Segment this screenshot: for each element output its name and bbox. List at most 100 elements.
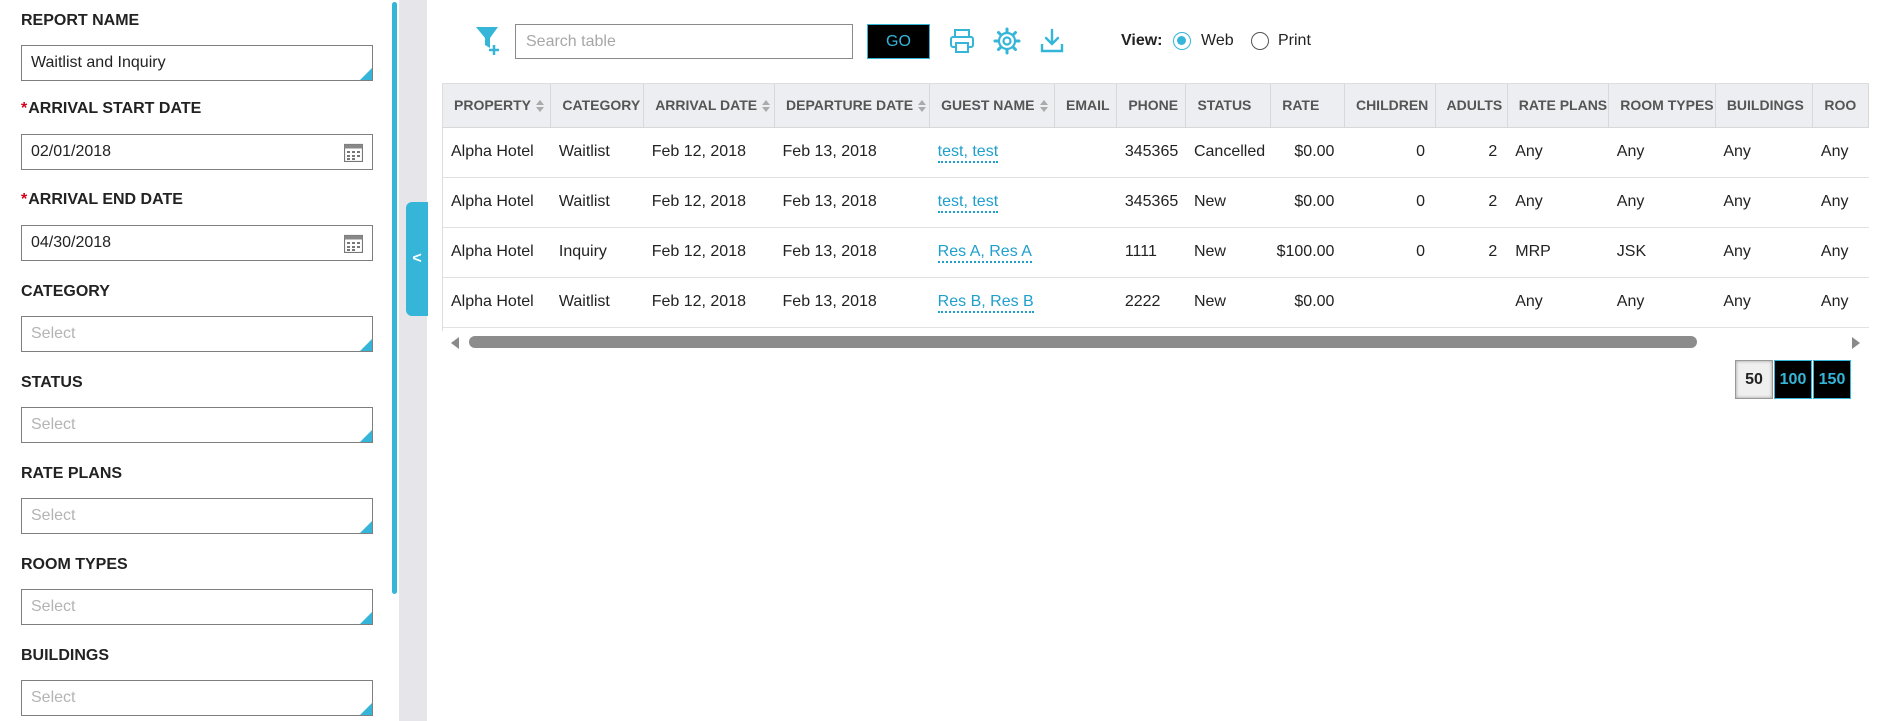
- sort-icon[interactable]: [1039, 99, 1049, 113]
- rate-plans-label: RATE PLANS: [21, 465, 123, 482]
- search-input[interactable]: [515, 24, 853, 59]
- cell-status: Cancelled: [1185, 127, 1271, 178]
- cell-category: Inquiry: [550, 227, 644, 278]
- settings-gear-icon[interactable]: [993, 27, 1021, 55]
- sort-icon[interactable]: [917, 99, 927, 113]
- buildings-label: BUILDINGS: [21, 647, 109, 664]
- column-header-property[interactable]: PROPERTY: [443, 84, 552, 128]
- cell-room-types: JSK: [1608, 227, 1716, 278]
- buildings-select[interactable]: Select: [21, 680, 373, 716]
- filter-add-icon[interactable]: [474, 24, 502, 56]
- data-table: PROPERTY CATEGORY ARRIVAL DATE DEPARTURE…: [443, 84, 1869, 328]
- category-placeholder: Select: [31, 325, 76, 342]
- column-header-category[interactable]: CATEGORY: [550, 84, 645, 128]
- category-label: CATEGORY: [21, 283, 110, 300]
- view-print-radio[interactable]: [1251, 32, 1269, 50]
- cell-rate-plans: Any: [1507, 277, 1609, 328]
- arrival-end-label: *ARRIVAL END DATE: [21, 191, 183, 209]
- scroll-right-arrow-icon[interactable]: [1852, 337, 1860, 349]
- column-header-label: CHILDREN: [1355, 97, 1429, 114]
- column-header-rate[interactable]: RATE: [1270, 84, 1345, 128]
- arrival-end-value: 04/30/2018: [31, 234, 112, 251]
- category-select[interactable]: Select: [21, 316, 373, 352]
- cell-adults: 2: [1435, 177, 1508, 228]
- column-header-departure-date[interactable]: DEPARTURE DATE: [774, 84, 931, 128]
- guest-name-link[interactable]: Res B, Res B: [937, 293, 1034, 313]
- table-header-row: PROPERTY CATEGORY ARRIVAL DATE DEPARTURE…: [443, 84, 1869, 128]
- download-icon[interactable]: [1039, 27, 1065, 55]
- column-header-rooms[interactable]: ROO: [1812, 84, 1869, 128]
- sort-icon[interactable]: [535, 99, 545, 113]
- cell-rooms: Any: [1812, 177, 1869, 228]
- table-row: Alpha Hotel Waitlist Feb 12, 2018 Feb 13…: [443, 277, 1869, 328]
- filter-panel: REPORT NAME Waitlist and Inquiry *ARRIVA…: [0, 0, 393, 721]
- table-horizontal-scrollbar[interactable]: [445, 333, 1865, 351]
- column-header-label: DEPARTURE DATE: [786, 97, 914, 114]
- column-header-room-types[interactable]: ROOM TYPES: [1608, 84, 1716, 128]
- column-header-adults[interactable]: ADULTS: [1435, 84, 1508, 128]
- cell-guest-name: test, test: [929, 177, 1055, 228]
- scrollbar-thumb[interactable]: [469, 336, 1697, 348]
- cell-adults: [1435, 277, 1508, 328]
- status-select[interactable]: Select: [21, 407, 373, 443]
- room-types-select[interactable]: Select: [21, 589, 373, 625]
- calendar-icon[interactable]: [344, 234, 363, 253]
- report-name-field[interactable]: Waitlist and Inquiry: [21, 45, 373, 81]
- cell-category: Waitlist: [550, 277, 644, 328]
- cell-buildings: Any: [1715, 127, 1813, 178]
- cell-status: New: [1185, 227, 1271, 278]
- column-header-guest-name[interactable]: GUEST NAME: [929, 84, 1056, 128]
- cell-guest-name: test, test: [929, 127, 1055, 178]
- cell-departure-date: Feb 13, 2018: [774, 227, 930, 278]
- cell-buildings: Any: [1715, 277, 1813, 328]
- cell-departure-date: Feb 13, 2018: [774, 277, 930, 328]
- page-size-100-button[interactable]: 100: [1774, 360, 1812, 399]
- column-header-label: PHONE: [1128, 97, 1179, 114]
- rate-plans-select[interactable]: Select: [21, 498, 373, 534]
- dropdown-corner-icon: [360, 339, 372, 351]
- view-web-label[interactable]: Web: [1201, 32, 1234, 50]
- cell-rate: $100.00: [1270, 227, 1345, 278]
- view-print-label[interactable]: Print: [1278, 32, 1311, 50]
- cell-room-types: Any: [1608, 277, 1716, 328]
- cell-rate-plans: Any: [1507, 127, 1609, 178]
- cell-children: 0: [1344, 227, 1435, 278]
- cell-rate: $0.00: [1270, 177, 1345, 228]
- arrival-end-field[interactable]: 04/30/2018: [21, 225, 373, 261]
- cell-buildings: Any: [1715, 227, 1813, 278]
- sort-icon[interactable]: [761, 99, 771, 113]
- go-button[interactable]: GO: [867, 24, 930, 59]
- guest-name-link[interactable]: test, test: [937, 193, 999, 213]
- rate-plans-placeholder: Select: [31, 507, 76, 524]
- scroll-left-arrow-icon[interactable]: [451, 337, 459, 349]
- cell-room-types: Any: [1608, 177, 1716, 228]
- column-header-phone[interactable]: PHONE: [1116, 84, 1187, 128]
- table-row: Alpha Hotel Inquiry Feb 12, 2018 Feb 13,…: [443, 227, 1869, 278]
- column-header-rate-plans[interactable]: RATE PLANS: [1507, 84, 1610, 128]
- view-web-radio[interactable]: [1173, 32, 1191, 50]
- cell-arrival-date: Feb 12, 2018: [643, 127, 775, 178]
- cell-rooms: Any: [1812, 227, 1869, 278]
- calendar-icon[interactable]: [344, 143, 363, 162]
- column-header-label: RATE: [1282, 97, 1320, 114]
- arrival-start-field[interactable]: 02/01/2018: [21, 134, 373, 170]
- column-header-buildings[interactable]: BUILDINGS: [1715, 84, 1814, 128]
- filter-panel-scrollbar[interactable]: [392, 2, 397, 594]
- dropdown-corner-icon: [360, 430, 372, 442]
- page-size-150-button[interactable]: 150: [1813, 360, 1851, 399]
- page-size-50-button[interactable]: 50: [1735, 360, 1773, 399]
- cell-rate: $0.00: [1270, 277, 1345, 328]
- collapse-panel-button[interactable]: <: [406, 202, 428, 316]
- cell-phone: 1111: [1116, 227, 1186, 278]
- cell-children: [1344, 277, 1435, 328]
- column-header-arrival-date[interactable]: ARRIVAL DATE: [643, 84, 776, 128]
- column-header-email[interactable]: EMAIL: [1054, 84, 1118, 128]
- column-header-children[interactable]: CHILDREN: [1344, 84, 1436, 128]
- guest-name-link[interactable]: Res A, Res A: [937, 243, 1032, 263]
- print-icon[interactable]: [949, 28, 975, 54]
- cell-rate-plans: MRP: [1507, 227, 1609, 278]
- guest-name-link[interactable]: test, test: [937, 143, 999, 163]
- column-header-status[interactable]: STATUS: [1185, 84, 1272, 128]
- dropdown-corner-icon: [360, 521, 372, 533]
- cell-arrival-date: Feb 12, 2018: [643, 277, 775, 328]
